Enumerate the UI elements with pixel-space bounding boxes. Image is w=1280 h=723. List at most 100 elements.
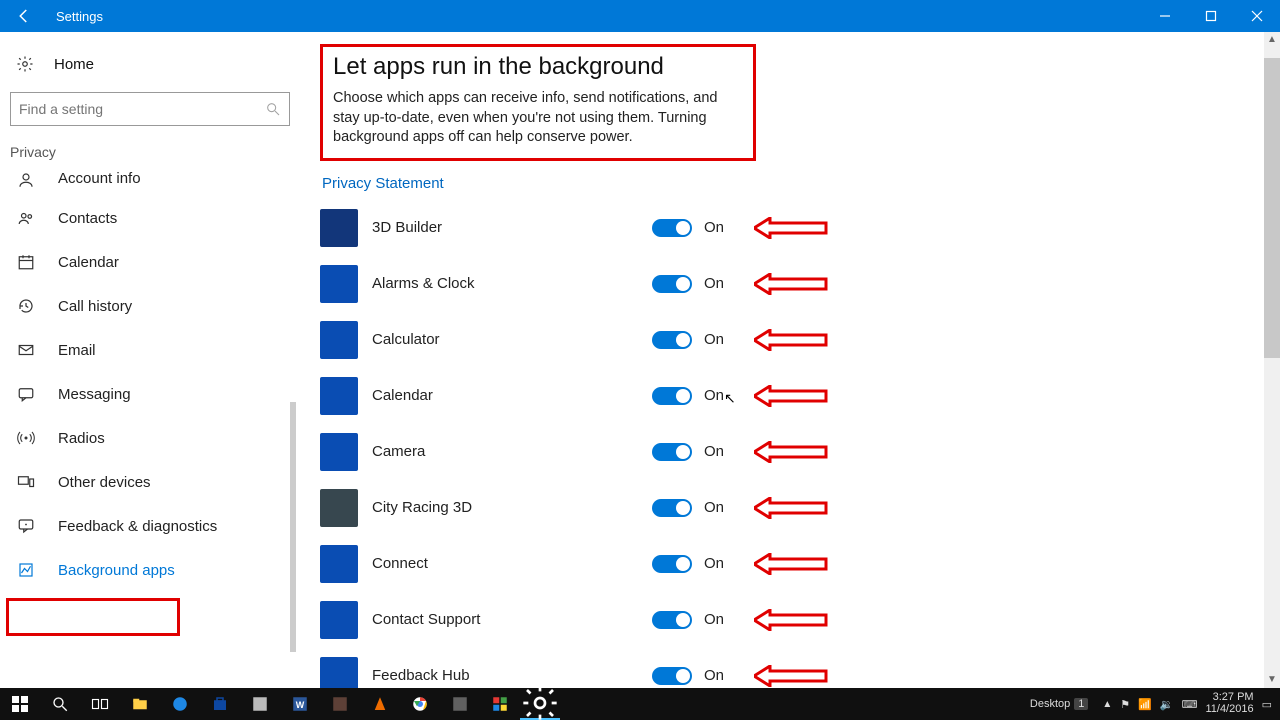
back-button[interactable] <box>0 0 48 32</box>
search-input[interactable] <box>10 92 290 126</box>
scroll-up-icon[interactable]: ▲ <box>1264 32 1280 48</box>
sidebar-item-account-info[interactable]: Account info <box>0 170 300 196</box>
app-icon <box>320 377 358 415</box>
person-icon <box>16 170 36 190</box>
app-row: 3D BuilderOn <box>320 200 1260 256</box>
taskbar-app-word[interactable]: W <box>280 688 320 720</box>
sidebar-item-email[interactable]: Email <box>0 328 300 372</box>
taskbar-desktop-switcher[interactable]: Desktop 1 <box>1030 698 1094 710</box>
app-name: Calendar <box>372 387 652 404</box>
app-icon <box>320 321 358 359</box>
sidebar-item-label: Radios <box>58 430 105 447</box>
app-name: Connect <box>372 555 652 572</box>
annotation-arrow-icon <box>754 217 828 239</box>
taskbar-app-edge[interactable] <box>160 688 200 720</box>
bgapps-icon <box>16 560 36 580</box>
minimize-button[interactable] <box>1142 0 1188 32</box>
window-title: Settings <box>48 9 103 24</box>
taskbar: W Desktop 1 ▲ ⚑ 📶 🔉 ⌨ 3:27 PM 11/4/2016 … <box>0 688 1280 720</box>
app-toggle[interactable] <box>652 611 692 629</box>
app-toggle[interactable] <box>652 555 692 573</box>
taskbar-desktop-label: Desktop <box>1030 698 1070 710</box>
app-toggle[interactable] <box>652 499 692 517</box>
sidebar-item-calendar[interactable]: Calendar <box>0 240 300 284</box>
annotation-arrow-icon <box>754 329 828 351</box>
sidebar-item-label: Calendar <box>58 254 119 271</box>
tray-volume-icon[interactable]: 🔉 <box>1160 698 1174 711</box>
sidebar-item-call-history[interactable]: Call history <box>0 284 300 328</box>
app-icon <box>320 265 358 303</box>
taskbar-app-chrome[interactable] <box>400 688 440 720</box>
sidebar-item-radios[interactable]: Radios <box>0 416 300 460</box>
app-icon <box>320 545 358 583</box>
window-scrollbar[interactable]: ▲ ▼ <box>1264 32 1280 688</box>
taskbar-app-vlc[interactable] <box>360 688 400 720</box>
sidebar-item-label: Account info <box>58 170 141 187</box>
start-button[interactable] <box>0 688 40 720</box>
sidebar-item-messaging[interactable]: Messaging <box>0 372 300 416</box>
home-button[interactable]: Home <box>0 42 300 86</box>
taskbar-app-generic-4[interactable] <box>480 688 520 720</box>
app-toggle[interactable] <box>652 667 692 685</box>
app-toggle[interactable] <box>652 219 692 237</box>
app-icon <box>320 601 358 639</box>
taskbar-app-generic-3[interactable] <box>440 688 480 720</box>
devices-icon <box>16 472 36 492</box>
taskbar-app-explorer[interactable] <box>120 688 160 720</box>
taskbar-clock[interactable]: 3:27 PM 11/4/2016 <box>1205 692 1253 715</box>
close-button[interactable] <box>1234 0 1280 32</box>
sidebar-item-other-devices[interactable]: Other devices <box>0 460 300 504</box>
app-toggle-label: On <box>704 667 744 684</box>
app-toggle[interactable] <box>652 275 692 293</box>
sidebar-item-label: Call history <box>58 298 132 315</box>
task-view-button[interactable] <box>80 688 120 720</box>
app-toggle-label: On <box>704 331 744 348</box>
taskbar-search-button[interactable] <box>40 688 80 720</box>
contacts-icon <box>16 208 36 228</box>
gear-icon <box>16 55 34 73</box>
app-toggle-label: On <box>704 499 744 516</box>
app-toggle[interactable] <box>652 331 692 349</box>
sidebar-item-contacts[interactable]: Contacts <box>0 196 300 240</box>
tray-network-icon[interactable]: 📶 <box>1138 698 1152 711</box>
annotation-arrow-icon <box>754 441 828 463</box>
app-name: Alarms & Clock <box>372 275 652 292</box>
taskbar-app-store[interactable] <box>200 688 240 720</box>
scroll-down-icon[interactable]: ▼ <box>1264 672 1280 688</box>
sidebar-item-feedback-diagnostics[interactable]: Feedback & diagnostics <box>0 504 300 548</box>
app-row: Alarms & ClockOn <box>320 256 1260 312</box>
app-row: CameraOn <box>320 424 1260 480</box>
sidebar-item-background-apps[interactable]: Background apps <box>0 548 300 592</box>
maximize-button[interactable] <box>1188 0 1234 32</box>
app-toggle[interactable] <box>652 443 692 461</box>
app-toggle-label: On <box>704 555 744 572</box>
taskbar-app-generic-1[interactable] <box>240 688 280 720</box>
scroll-thumb[interactable] <box>1264 58 1280 358</box>
taskbar-app-settings[interactable] <box>520 688 560 720</box>
app-name: Feedback Hub <box>372 667 652 684</box>
app-toggle[interactable] <box>652 387 692 405</box>
main-content: Let apps run in the background Choose wh… <box>300 32 1280 688</box>
sidebar-scrollbar[interactable] <box>290 402 296 652</box>
annotation-highlight-sidebar <box>6 598 180 636</box>
svg-text:W: W <box>296 700 305 710</box>
privacy-statement-link[interactable]: Privacy Statement <box>322 175 444 192</box>
app-name: Calculator <box>372 331 652 348</box>
calendar-icon <box>16 252 36 272</box>
taskbar-app-generic-2[interactable] <box>320 688 360 720</box>
app-icon <box>320 209 358 247</box>
search-field[interactable] <box>19 101 265 117</box>
app-toggle-label: On <box>704 387 744 404</box>
search-icon <box>265 101 281 117</box>
action-center-icon[interactable]: ▭ <box>1262 698 1272 711</box>
tray-input-icon[interactable]: ⌨ <box>1182 698 1198 711</box>
app-row: Feedback Hub On <box>320 648 1260 688</box>
page-title: Let apps run in the background <box>333 53 743 81</box>
app-toggle-label: On <box>704 611 744 628</box>
app-toggle-label: On <box>704 443 744 460</box>
app-row: Calculator On <box>320 312 1260 368</box>
sidebar-item-label: Contacts <box>58 210 117 227</box>
annotation-arrow-icon <box>754 609 828 631</box>
tray-expand-icon[interactable]: ▲ <box>1102 699 1112 710</box>
tray-icon-1[interactable]: ⚑ <box>1120 698 1130 711</box>
